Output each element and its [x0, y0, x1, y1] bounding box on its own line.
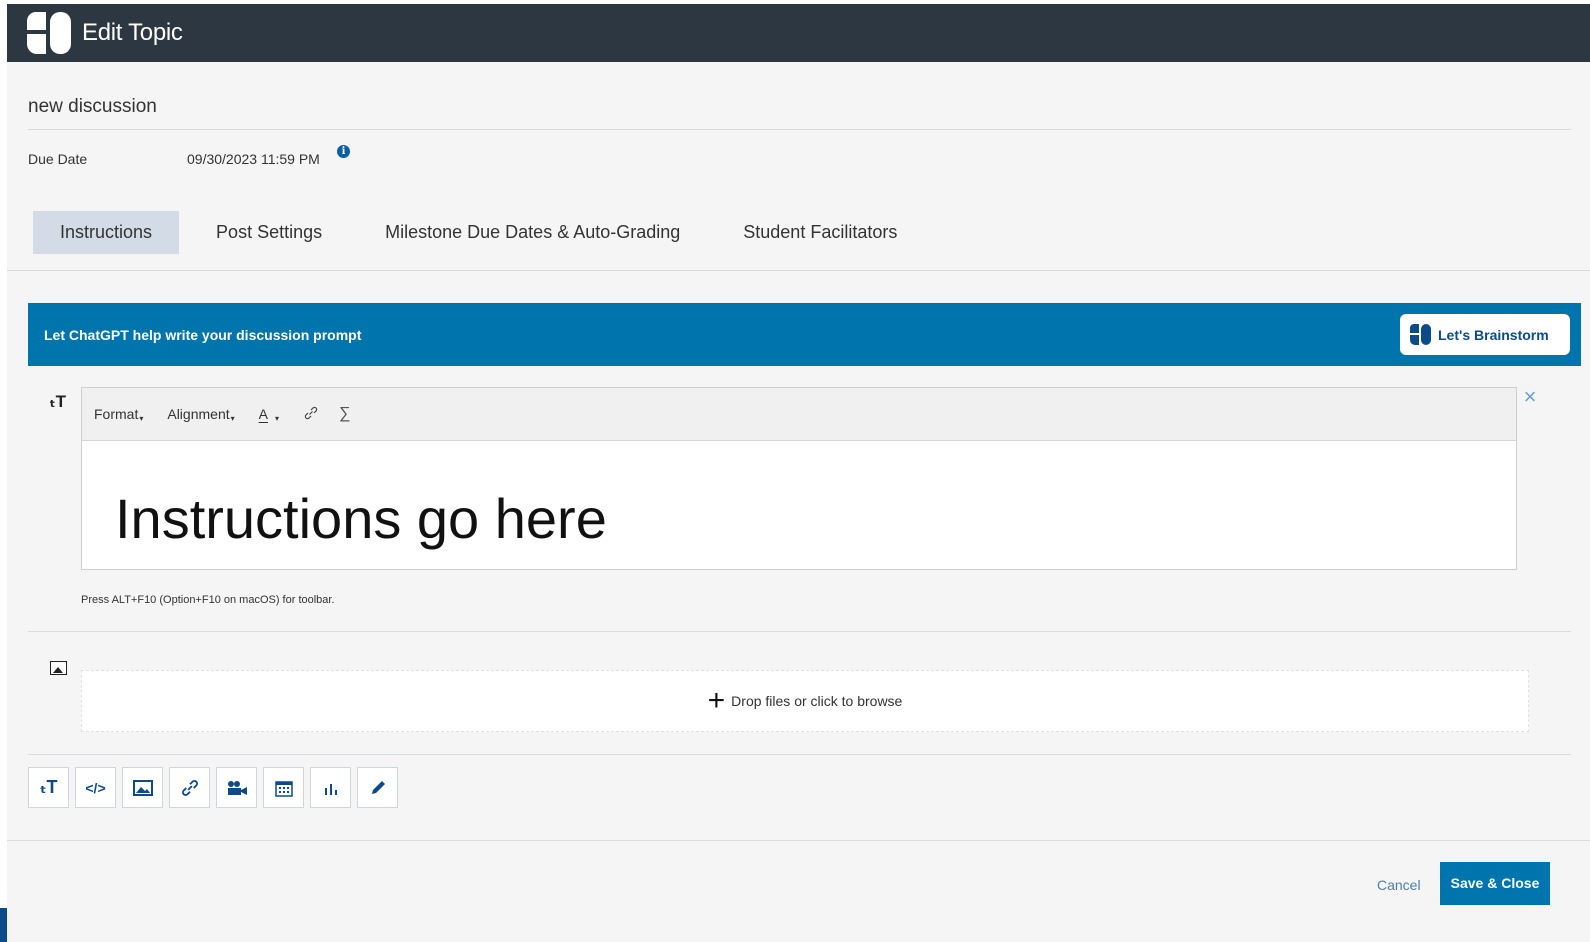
tab-milestone-due-dates[interactable]: Milestone Due Dates & Auto-Grading	[358, 211, 707, 254]
lets-brainstorm-button[interactable]: Let's Brainstorm	[1400, 314, 1570, 355]
divider	[28, 754, 1571, 755]
divider	[7, 840, 1590, 841]
close-icon[interactable]: ×	[1520, 386, 1540, 408]
add-block-toolbar: ₜT </>	[28, 767, 398, 808]
editor-toolbar: Format▾ Alignment▾ A ▾ ∑	[82, 388, 1516, 441]
topic-name[interactable]: new discussion	[28, 96, 157, 118]
editor-content[interactable]: Instructions go here	[82, 441, 1516, 551]
bar-chart-icon	[324, 783, 337, 795]
code-block-button[interactable]: </>	[75, 767, 116, 808]
pencil-icon	[371, 780, 385, 794]
app-logo-icon	[27, 12, 71, 54]
app-logo-icon	[1410, 324, 1431, 345]
format-dropdown[interactable]: Format▾	[94, 406, 143, 423]
header-bar: Edit Topic	[7, 4, 1590, 62]
divider	[28, 631, 1571, 632]
link-block-button[interactable]	[169, 767, 210, 808]
tab-bar: Instructions Post Settings Milestone Due…	[33, 211, 924, 254]
cancel-button[interactable]: Cancel	[1377, 877, 1421, 893]
rich-text-editor: Format▾ Alignment▾ A ▾ ∑ Instructions go …	[81, 387, 1517, 570]
text-block-button[interactable]: ₜT	[28, 767, 69, 808]
edit-topic-dialog: Edit Topic new discussion Due Date 09/30…	[7, 4, 1590, 942]
image-block-icon	[50, 661, 67, 675]
formula-icon[interactable]: ∑	[339, 405, 350, 423]
calendar-block-button[interactable]	[263, 767, 304, 808]
divider	[28, 129, 1571, 130]
info-icon[interactable]: i	[337, 145, 350, 158]
link-icon[interactable]	[303, 405, 319, 424]
link-icon	[181, 779, 198, 796]
page-title: Edit Topic	[82, 19, 183, 46]
due-date-label: Due Date	[28, 151, 88, 167]
chatgpt-prompt-text: Let ChatGPT help write your discussion p…	[44, 327, 362, 343]
corner-accent	[0, 908, 7, 942]
font-color-icon: A	[258, 405, 268, 422]
text-block-icon: ₜT	[49, 392, 66, 411]
chatgpt-banner: Let ChatGPT help write your discussion p…	[28, 303, 1581, 366]
video-icon	[227, 780, 247, 795]
image-icon	[132, 779, 153, 796]
file-drop-zone[interactable]: + Drop files or click to browse	[81, 670, 1529, 732]
font-color-dropdown[interactable]: A ▾	[259, 406, 279, 423]
alignment-dropdown[interactable]: Alignment▾	[167, 406, 234, 423]
tab-post-settings[interactable]: Post Settings	[189, 211, 349, 254]
toolbar-hint: Press ALT+F10 (Option+F10 on macOS) for …	[81, 594, 335, 606]
lets-brainstorm-label: Let's Brainstorm	[1438, 326, 1549, 343]
video-block-button[interactable]	[216, 767, 257, 808]
drop-zone-label: Drop files or click to browse	[731, 693, 903, 709]
calendar-icon	[274, 780, 293, 797]
save-and-close-button[interactable]: Save & Close	[1440, 862, 1550, 905]
image-block-button[interactable]	[122, 767, 163, 808]
tab-instructions[interactable]: Instructions	[33, 211, 180, 254]
due-date-value[interactable]: 09/30/2023 11:59 PM	[187, 151, 320, 167]
divider	[7, 270, 1590, 271]
tab-student-facilitators[interactable]: Student Facilitators	[716, 211, 924, 254]
plus-icon: +	[707, 684, 726, 717]
chart-block-button[interactable]	[310, 767, 351, 808]
draw-block-button[interactable]	[357, 767, 398, 808]
